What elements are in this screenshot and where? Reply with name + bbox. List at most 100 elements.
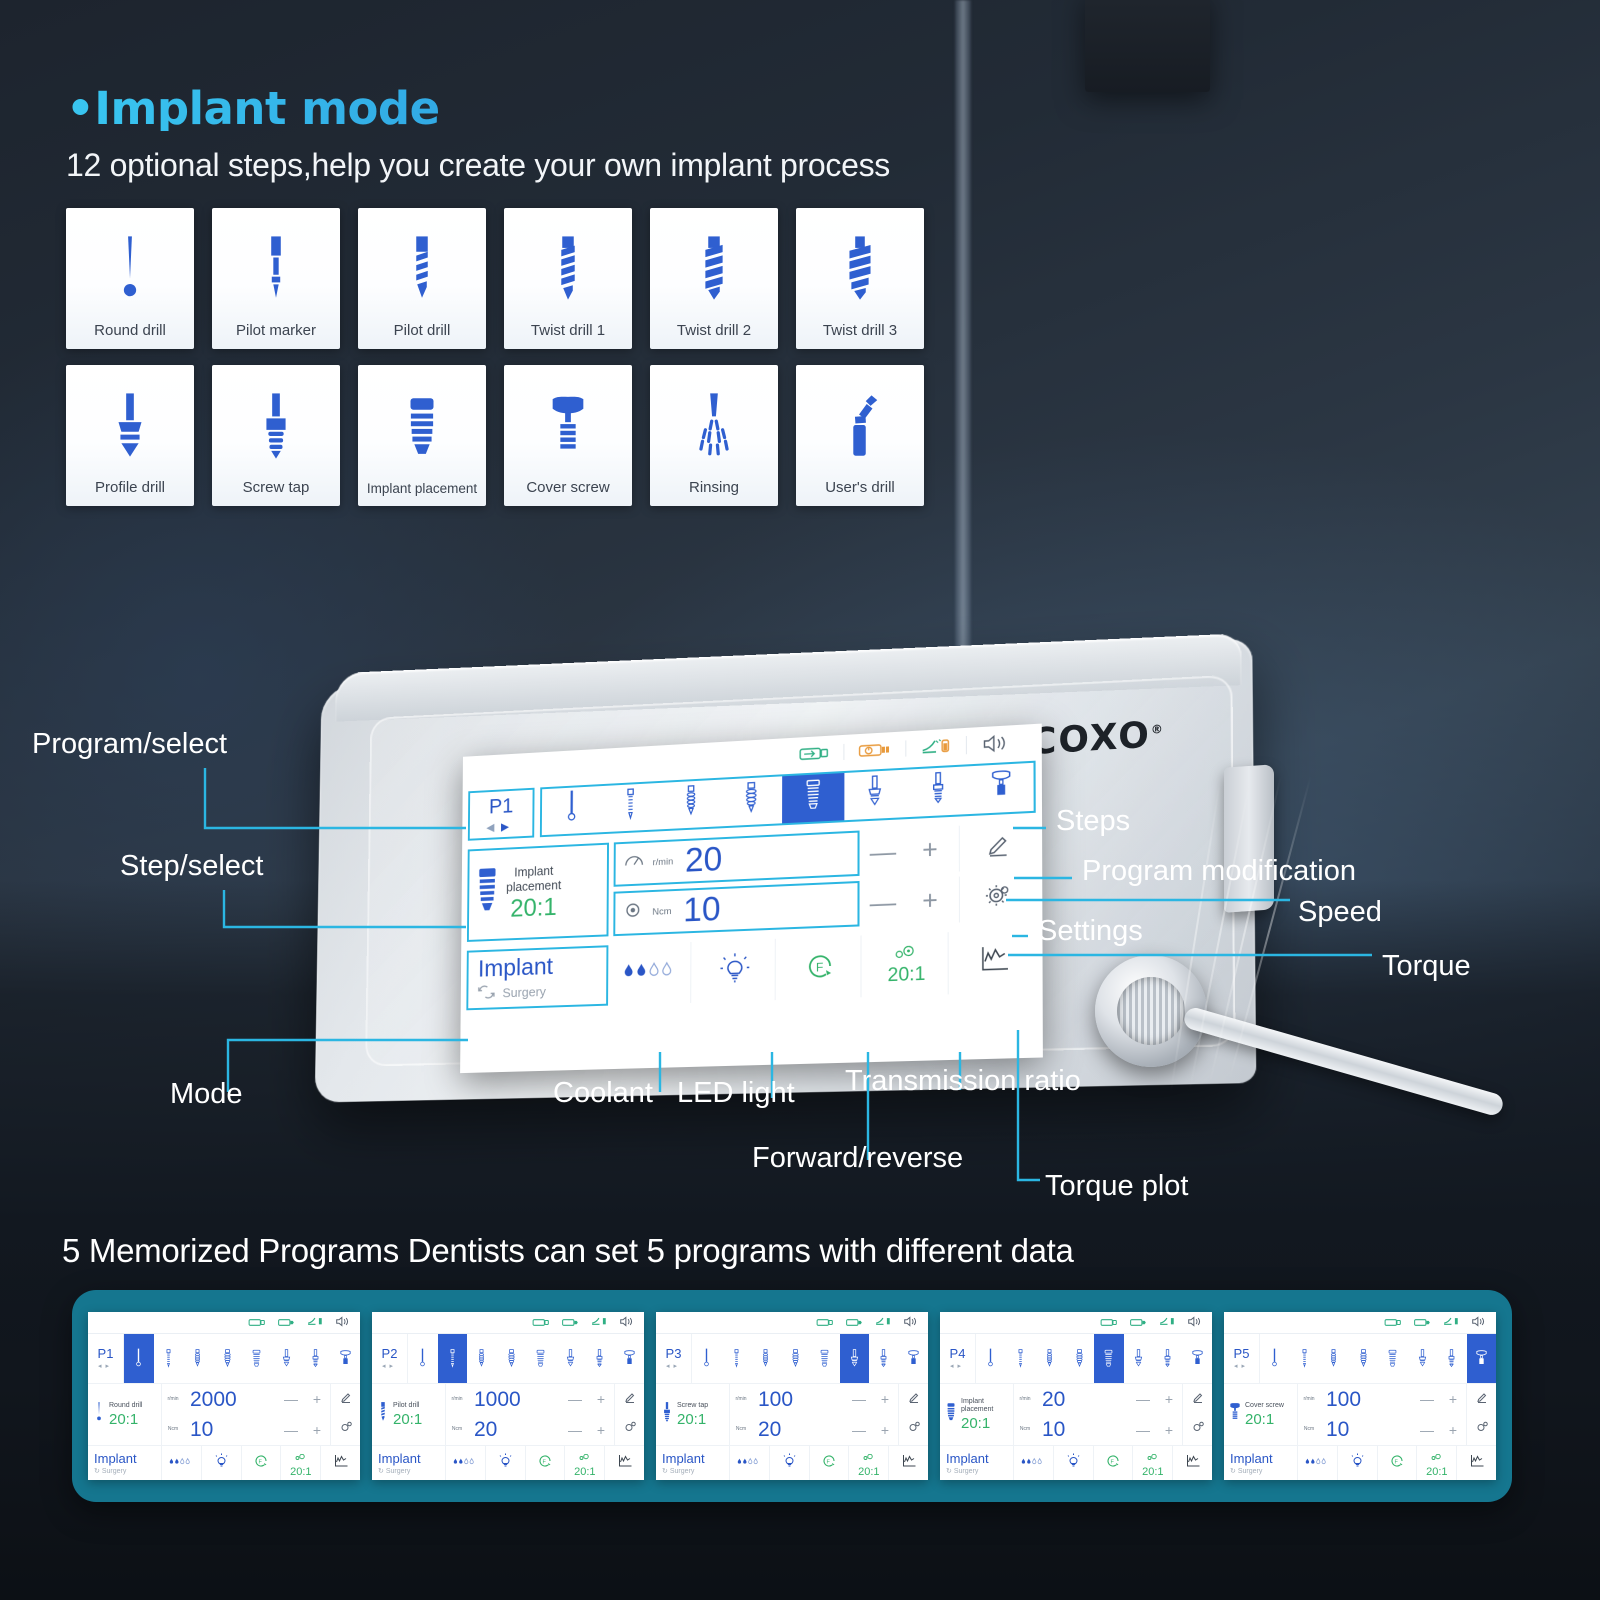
mini-step-2[interactable]	[467, 1334, 497, 1383]
mini-settings-button[interactable]	[615, 1415, 644, 1446]
mini-speed-plus[interactable]: +	[1440, 1391, 1466, 1407]
mini-forward-reverse-button[interactable]: F	[526, 1446, 566, 1480]
mini-step-2[interactable]	[183, 1334, 213, 1383]
mini-mode-button[interactable]: Implant ↻ Surgery	[940, 1446, 1014, 1480]
mini-torque-plus[interactable]: +	[304, 1422, 330, 1438]
speaker-icon[interactable]	[1187, 1314, 1203, 1332]
mini-torque-minus[interactable]: —	[1130, 1422, 1156, 1438]
mini-mode-button[interactable]: Implant ↻ Surgery	[372, 1446, 446, 1480]
mini-forward-reverse-button[interactable]: F	[1094, 1446, 1134, 1480]
step-strip-item-implant-placement[interactable]	[782, 773, 844, 824]
current-tool-box[interactable]: Implant placement 20:1	[466, 842, 610, 942]
mini-speed-minus[interactable]: —	[562, 1391, 588, 1407]
mini-step-5[interactable]	[272, 1334, 302, 1383]
speed-field[interactable]: r/min 20	[613, 830, 860, 887]
mini-tool-box[interactable]: Screw tap 20:1	[656, 1384, 730, 1445]
speaker-icon[interactable]	[903, 1314, 919, 1332]
torque-plus-button[interactable]: +	[906, 877, 953, 925]
speaker-icon[interactable]	[619, 1314, 635, 1332]
mini-transmission-ratio-button[interactable]: 20:1	[281, 1446, 322, 1480]
mini-program-arrows[interactable]: ◂▸	[666, 1362, 681, 1370]
mini-step-6[interactable]	[1153, 1334, 1183, 1383]
settings-button[interactable]	[958, 873, 1037, 923]
mini-settings-button[interactable]	[331, 1415, 360, 1446]
mini-step-7[interactable]	[615, 1334, 645, 1383]
mini-step-5[interactable]	[1408, 1334, 1438, 1383]
mini-led-light-button[interactable]	[202, 1446, 242, 1480]
mini-step-3[interactable]	[781, 1334, 811, 1383]
mini-step-7[interactable]	[899, 1334, 929, 1383]
step-strip-item-round-drill[interactable]	[542, 786, 601, 835]
mini-settings-button[interactable]	[899, 1415, 928, 1446]
step-strip-item-pilot-drill[interactable]	[601, 783, 661, 832]
mini-tool-box[interactable]: Implant placement 20:1	[940, 1384, 1014, 1445]
mini-step-6[interactable]	[1437, 1334, 1467, 1383]
mini-step-6[interactable]	[585, 1334, 615, 1383]
speaker-icon[interactable]	[967, 733, 1025, 755]
mini-step-6[interactable]	[301, 1334, 331, 1383]
torque-plot-button[interactable]	[953, 929, 1037, 995]
speaker-icon[interactable]	[335, 1314, 351, 1332]
transmission-ratio-button[interactable]: 20:1	[865, 932, 949, 998]
mini-torque-minus[interactable]: —	[1414, 1422, 1440, 1438]
mini-step-1[interactable]	[1290, 1334, 1320, 1383]
mini-torque-plot-button[interactable]	[321, 1446, 360, 1480]
mini-torque-plot-button[interactable]	[1457, 1446, 1496, 1480]
memorized-program-p3[interactable]: P3 ◂▸ Screw tap 20:1 r/min 100 — + Ncm 2…	[656, 1312, 928, 1480]
mini-transmission-ratio-button[interactable]: 20:1	[1417, 1446, 1458, 1480]
mini-torque-plot-button[interactable]	[605, 1446, 644, 1480]
mini-speed-minus[interactable]: —	[1414, 1391, 1440, 1407]
mini-step-5[interactable]	[556, 1334, 586, 1383]
mini-step-0[interactable]	[124, 1334, 154, 1383]
mini-step-1[interactable]	[722, 1334, 752, 1383]
mini-torque-plus[interactable]: +	[1156, 1422, 1182, 1438]
mini-program-arrows[interactable]: ◂▸	[98, 1362, 113, 1370]
mini-program-arrows[interactable]: ◂▸	[950, 1362, 965, 1370]
mini-torque-plus[interactable]: +	[872, 1422, 898, 1438]
speaker-icon[interactable]	[1471, 1314, 1487, 1332]
mode-button[interactable]: Implant Surgery	[466, 945, 609, 1011]
mini-step-3[interactable]	[497, 1334, 527, 1383]
mini-coolant-button[interactable]	[446, 1446, 486, 1480]
mini-step-6[interactable]	[869, 1334, 899, 1383]
mini-transmission-ratio-button[interactable]: 20:1	[565, 1446, 606, 1480]
mini-program-select[interactable]: P3 ◂▸	[656, 1334, 692, 1383]
mini-torque-plot-button[interactable]	[1173, 1446, 1212, 1480]
mini-speed-plus[interactable]: +	[872, 1391, 898, 1407]
mini-step-0[interactable]	[692, 1334, 722, 1383]
mini-speed-minus[interactable]: —	[1130, 1391, 1156, 1407]
mini-step-4[interactable]	[526, 1334, 556, 1383]
mini-speed-minus[interactable]: —	[278, 1391, 304, 1407]
mini-forward-reverse-button[interactable]: F	[810, 1446, 850, 1480]
forward-reverse-button[interactable]: F	[779, 935, 862, 1000]
program-next-arrow[interactable]: ▶	[501, 821, 516, 833]
mini-led-light-button[interactable]	[1338, 1446, 1378, 1480]
torque-field[interactable]: Ncm 10	[613, 880, 860, 937]
mini-step-4[interactable]	[810, 1334, 840, 1383]
mini-tool-box[interactable]: Cover screw 20:1	[1224, 1384, 1298, 1445]
mini-coolant-button[interactable]	[1014, 1446, 1054, 1480]
mini-mode-button[interactable]: Implant ↻ Surgery	[88, 1446, 162, 1480]
mini-tool-box[interactable]: Pilot drill 20:1	[372, 1384, 446, 1445]
step-strip-item-twist-drill-3[interactable]	[721, 776, 782, 826]
coolant-button[interactable]	[611, 942, 692, 1006]
memorized-program-p1[interactable]: P1 ◂▸ Round drill 20:1 r/min 2000 — + Nc…	[88, 1312, 360, 1480]
mini-settings-button[interactable]	[1467, 1415, 1496, 1446]
mini-step-7[interactable]	[1466, 1334, 1496, 1383]
mini-torque-minus[interactable]: —	[562, 1422, 588, 1438]
mini-step-4[interactable]	[242, 1334, 272, 1383]
mini-forward-reverse-button[interactable]: F	[242, 1446, 282, 1480]
speed-minus-button[interactable]: —	[860, 828, 907, 876]
mini-speed-plus[interactable]: +	[304, 1391, 330, 1407]
mini-torque-plus[interactable]: +	[588, 1422, 614, 1438]
mini-program-select[interactable]: P4 ◂▸	[940, 1334, 976, 1383]
mini-speed-plus[interactable]: +	[1156, 1391, 1182, 1407]
mini-coolant-button[interactable]	[162, 1446, 202, 1480]
speed-plus-button[interactable]: +	[906, 826, 953, 874]
mini-step-7[interactable]	[331, 1334, 361, 1383]
mini-transmission-ratio-button[interactable]: 20:1	[849, 1446, 890, 1480]
mini-mode-button[interactable]: Implant ↻ Surgery	[1224, 1446, 1298, 1480]
mini-speed-minus[interactable]: —	[846, 1391, 872, 1407]
mini-settings-button[interactable]	[1183, 1415, 1212, 1446]
mini-step-2[interactable]	[751, 1334, 781, 1383]
